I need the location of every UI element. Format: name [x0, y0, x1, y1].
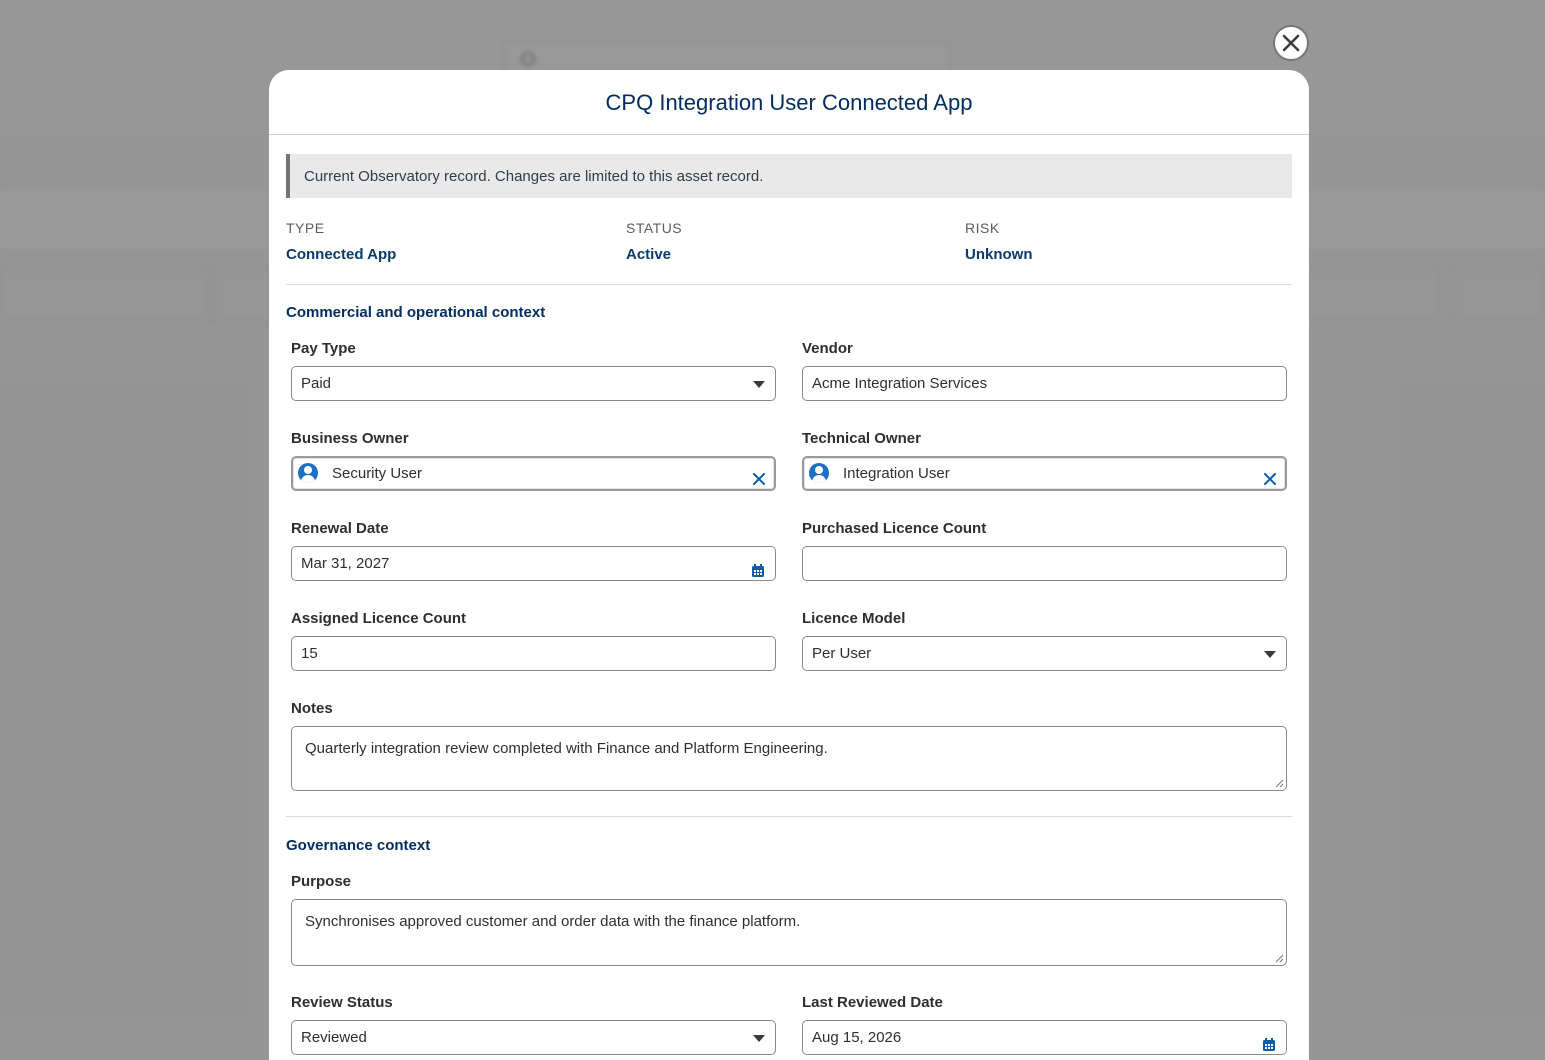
- close-icon: [1282, 34, 1300, 52]
- vendor-label: Vendor: [802, 340, 853, 357]
- purpose-textarea[interactable]: Synchronises approved customer and order…: [291, 899, 1287, 966]
- pay-type-field: Pay Type Paid: [291, 340, 776, 401]
- renewal-date-input[interactable]: Mar 31, 2027: [291, 546, 776, 581]
- purpose-label: Purpose: [291, 873, 352, 890]
- notes-textarea[interactable]: Quarterly integration review completed w…: [291, 726, 1287, 791]
- summary-type-value: Connected App: [286, 246, 397, 263]
- vendor-input[interactable]: Acme Integration Services: [802, 366, 1287, 401]
- purpose-field: Purpose Synchronises approved customer a…: [291, 873, 1287, 966]
- calendar-button[interactable]: [1262, 1031, 1276, 1060]
- calendar-button[interactable]: [751, 557, 765, 590]
- edit-asset-modal: CPQ Integration User Connected App Curre…: [269, 70, 1309, 1060]
- purchased-licence-count-label: Purchased Licence Count: [802, 520, 987, 537]
- business-owner-lookup[interactable]: Security User: [291, 456, 776, 491]
- last-reviewed-date-field: Last Reviewed Date Aug 15, 2026: [802, 994, 1287, 1055]
- pay-type-value: Paid: [301, 375, 332, 392]
- resize-handle-icon[interactable]: [1274, 953, 1284, 963]
- review-status-label: Review Status: [291, 994, 393, 1011]
- last-reviewed-date-label: Last Reviewed Date: [802, 994, 943, 1011]
- renewal-date-field: Renewal Date Mar 31, 2027: [291, 520, 776, 581]
- chevron-down-icon: [753, 381, 765, 388]
- renewal-date-label: Renewal Date: [291, 520, 389, 537]
- summary-status: STATUS Active: [626, 220, 682, 263]
- assigned-licence-count-label: Assigned Licence Count: [291, 610, 467, 627]
- section-divider: [286, 816, 1292, 817]
- modal-title: CPQ Integration User Connected App: [269, 70, 1309, 135]
- clear-business-owner-button[interactable]: [752, 466, 766, 497]
- calendar-icon: [752, 564, 764, 577]
- summary-type: TYPE Connected App: [286, 220, 396, 263]
- summary-risk-value: Unknown: [965, 246, 1033, 263]
- pay-type-label: Pay Type: [291, 340, 356, 357]
- review-status-select[interactable]: Reviewed: [291, 1020, 776, 1055]
- last-reviewed-date-value: Aug 15, 2026: [812, 1029, 902, 1046]
- vendor-field: Vendor Acme Integration Services: [802, 340, 1287, 401]
- summary-status-label: STATUS: [626, 220, 683, 236]
- licence-model-label: Licence Model: [802, 610, 906, 627]
- assigned-licence-count-field: Assigned Licence Count 15: [291, 610, 776, 671]
- user-avatar-icon: [298, 463, 318, 483]
- technical-owner-label: Technical Owner: [802, 430, 921, 447]
- licence-model-value: Per User: [812, 645, 872, 662]
- pay-type-select[interactable]: Paid: [291, 366, 776, 401]
- business-owner-value: Security User: [332, 465, 423, 482]
- summary-risk-label: RISK: [965, 220, 1000, 236]
- clear-technical-owner-button[interactable]: [1263, 466, 1277, 497]
- section-title-commercial: Commercial and operational context: [286, 304, 546, 321]
- close-button[interactable]: [1273, 25, 1309, 61]
- vendor-value: Acme Integration Services: [812, 375, 988, 392]
- purpose-value: Synchronises approved customer and order…: [305, 913, 801, 930]
- info-notice: Current Observatory record. Changes are …: [286, 154, 1292, 198]
- technical-owner-lookup[interactable]: Integration User: [802, 456, 1287, 491]
- business-owner-label: Business Owner: [291, 430, 409, 447]
- purchased-licence-count-field: Purchased Licence Count: [802, 520, 1287, 581]
- clear-icon: [753, 473, 765, 485]
- technical-owner-value: Integration User: [843, 465, 950, 482]
- summary-type-label: TYPE: [286, 220, 325, 236]
- technical-owner-field: Technical Owner Integration User: [802, 430, 1287, 491]
- last-reviewed-date-input[interactable]: Aug 15, 2026: [802, 1020, 1287, 1055]
- assigned-licence-count-input[interactable]: 15: [291, 636, 776, 671]
- summary-risk: RISK Unknown: [965, 220, 1033, 263]
- review-status-value: Reviewed: [301, 1029, 367, 1046]
- summary-strip: TYPE Connected App STATUS Active RISK Un…: [286, 220, 1292, 285]
- renewal-date-value: Mar 31, 2027: [301, 555, 390, 572]
- section-title-governance: Governance context: [286, 837, 431, 854]
- review-status-field: Review Status Reviewed: [291, 994, 776, 1055]
- purchased-licence-count-input[interactable]: [802, 546, 1287, 581]
- chevron-down-icon: [753, 1035, 765, 1042]
- summary-status-value: Active: [626, 246, 672, 263]
- notes-value: Quarterly integration review completed w…: [305, 740, 828, 757]
- assigned-licence-count-value: 15: [301, 645, 318, 662]
- user-avatar-icon: [809, 463, 829, 483]
- calendar-icon: [1263, 1038, 1275, 1051]
- business-owner-field: Business Owner Security User: [291, 430, 776, 491]
- chevron-down-icon: [1264, 651, 1276, 658]
- licence-model-field: Licence Model Per User: [802, 610, 1287, 671]
- licence-model-select[interactable]: Per User: [802, 636, 1287, 671]
- notes-label: Notes: [291, 700, 333, 717]
- notes-field: Notes Quarterly integration review compl…: [291, 700, 1287, 791]
- clear-icon: [1264, 473, 1276, 485]
- resize-handle-icon[interactable]: [1274, 778, 1284, 788]
